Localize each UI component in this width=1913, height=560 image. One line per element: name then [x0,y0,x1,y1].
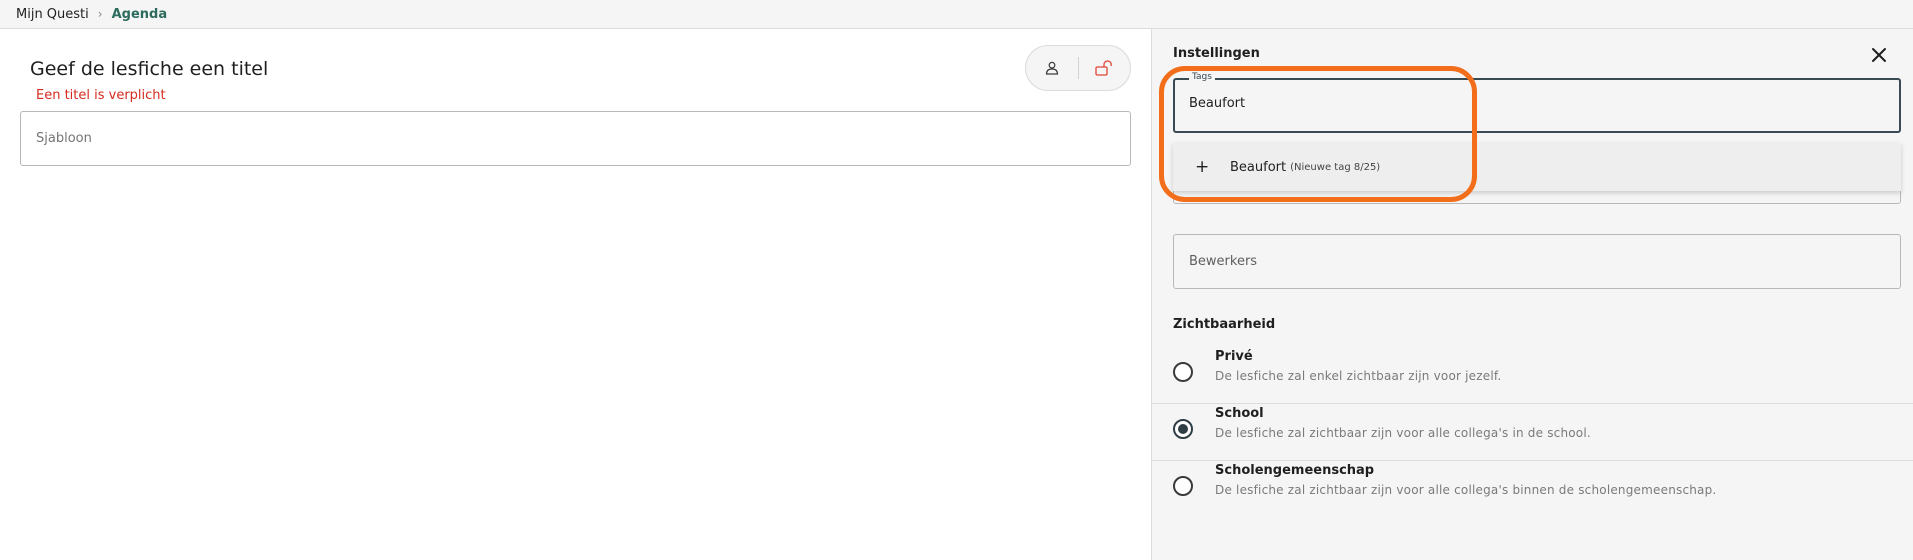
close-button[interactable] [1867,43,1891,67]
header-actions [1025,45,1131,91]
visibility-option-community[interactable]: Scholengemeenschap De lesfiche zal zicht… [1152,461,1913,518]
visibility-title: Zichtbaarheid [1173,317,1276,332]
user-icon [1045,61,1058,75]
visibility-option-school[interactable]: School De lesfiche zal zichtbaar zijn vo… [1152,404,1913,461]
template-select[interactable]: Sjabloon [20,111,1131,166]
breadcrumb-home-link[interactable]: Mijn Questi [16,7,89,22]
radio-label: Privé [1215,349,1253,364]
visibility-option-private[interactable]: Privé De lesfiche zal enkel zichtbaar zi… [1152,347,1913,404]
radio-description: De lesfiche zal zichtbaar zijn voor alle… [1215,426,1591,440]
radio-community[interactable] [1173,476,1193,496]
lesson-title-input[interactable]: Geef de lesfiche een titel [30,58,268,80]
radio-private[interactable] [1173,362,1193,382]
title-error-message: Een titel is verplicht [36,88,166,103]
lesson-editor: Geef de lesfiche een titel Een titel is … [0,29,1150,560]
chevron-right-icon: › [97,7,103,21]
radio-label: School [1215,406,1264,421]
highlight-annotation [1159,66,1477,202]
radio-description: De lesfiche zal zichtbaar zijn voor alle… [1215,483,1717,497]
radio-school[interactable] [1173,419,1193,439]
radio-description: De lesfiche zal enkel zichtbaar zijn voo… [1215,369,1502,383]
unlock-icon [1095,60,1113,76]
breadcrumb: Mijn Questi › Agenda [0,0,1913,29]
close-icon [1872,48,1886,62]
lock-button[interactable] [1078,46,1130,90]
breadcrumb-current[interactable]: Agenda [112,7,168,22]
settings-title: Instellingen [1173,46,1260,61]
editors-input[interactable]: Bewerkers [1173,234,1901,289]
radio-label: Scholengemeenschap [1215,463,1375,478]
owner-button[interactable] [1026,46,1078,90]
editors-placeholder: Bewerkers [1189,254,1258,269]
template-placeholder: Sjabloon [36,131,92,146]
